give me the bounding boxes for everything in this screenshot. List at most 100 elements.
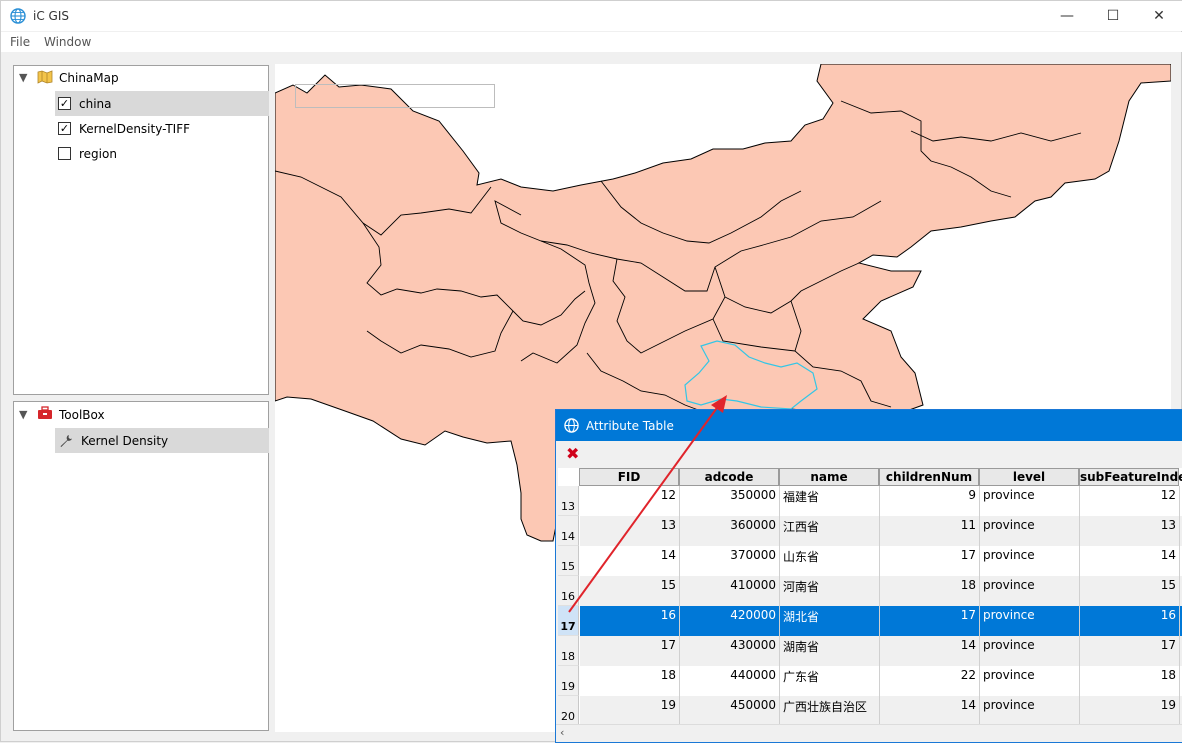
table-row[interactable]: 14 370000 山东省 17 province 14 (580, 546, 1182, 576)
cell-childrennum[interactable]: 18 (880, 576, 980, 606)
layer-item-region[interactable]: region (55, 141, 269, 166)
attribute-table-toolbar (556, 441, 1182, 468)
cell-fid[interactable]: 14 (580, 546, 680, 576)
row-header[interactable]: 14 (558, 516, 579, 546)
row-header[interactable]: 20 (558, 696, 579, 724)
maximize-button[interactable]: ☐ (1090, 1, 1136, 31)
cell-subfeatureindex[interactable]: 14 (1080, 546, 1180, 576)
cell-adcode[interactable]: 360000 (680, 516, 780, 546)
cell-name[interactable]: 湖北省 (780, 606, 880, 636)
checkbox[interactable]: ✓ (58, 97, 71, 110)
cell-name[interactable]: 山东省 (780, 546, 880, 576)
cell-adcode[interactable]: 420000 (680, 606, 780, 636)
cell-adcode[interactable]: 410000 (680, 576, 780, 606)
cell-subfeatureindex[interactable]: 18 (1080, 666, 1180, 696)
toolbox-icon (38, 406, 52, 419)
tool-item-kernel-density[interactable]: Kernel Density (55, 428, 269, 453)
cell-level[interactable]: province (980, 606, 1080, 636)
cell-childrennum[interactable]: 11 (880, 516, 980, 546)
column-header-level[interactable]: level (979, 468, 1079, 486)
cell-name[interactable]: 湖南省 (780, 636, 880, 666)
cell-fid[interactable]: 15 (580, 576, 680, 606)
cell-fid[interactable]: 12 (580, 486, 680, 516)
horizontal-scrollbar[interactable]: ‹ (556, 724, 1182, 742)
row-header[interactable]: 13 (558, 486, 579, 516)
column-header-fid[interactable]: FID (579, 468, 679, 486)
cell-fid[interactable]: 13 (580, 516, 680, 546)
chevron-down-icon[interactable]: ▼ (19, 71, 27, 84)
row-header[interactable]: 17 (558, 606, 579, 636)
cell-childrennum[interactable]: 17 (880, 546, 980, 576)
column-header-adcode[interactable]: adcode (679, 468, 779, 486)
delete-icon[interactable]: ✖ (566, 444, 579, 463)
map-search-input[interactable] (295, 84, 495, 108)
cell-subfeatureindex[interactable]: 19 (1080, 696, 1180, 724)
cell-adcode[interactable]: 450000 (680, 696, 780, 724)
cell-level[interactable]: province (980, 666, 1080, 696)
cell-subfeatureindex[interactable]: 12 (1080, 486, 1180, 516)
cell-childrennum[interactable]: 22 (880, 666, 980, 696)
layers-panel: ▼ ChinaMap ✓ china ✓ KernelDensity-TIFF … (13, 65, 269, 395)
close-button[interactable]: ✕ (1136, 1, 1182, 31)
menu-file[interactable]: File (10, 35, 30, 49)
cell-level[interactable]: province (980, 486, 1080, 516)
table-row-selected[interactable]: 16 420000 湖北省 17 province 16 (580, 606, 1182, 636)
cell-name[interactable]: 江西省 (780, 516, 880, 546)
layer-item-china[interactable]: ✓ china (55, 91, 269, 116)
cell-adcode[interactable]: 440000 (680, 666, 780, 696)
menu-window[interactable]: Window (44, 35, 91, 49)
cell-name[interactable]: 福建省 (780, 486, 880, 516)
checkbox[interactable] (58, 147, 71, 160)
row-header[interactable]: 19 (558, 666, 579, 696)
cell-subfeatureindex[interactable]: 16 (1080, 606, 1180, 636)
table-row[interactable]: 12 350000 福建省 9 province 12 (580, 486, 1182, 516)
column-header-childrennum[interactable]: childrenNum (879, 468, 979, 486)
chevron-left-icon[interactable]: ‹ (560, 726, 564, 739)
attribute-table-window: Attribute Table ✖ FID adcode name childr… (555, 409, 1182, 743)
toolbox-group-label[interactable]: ToolBox (59, 408, 105, 422)
cell-level[interactable]: province (980, 546, 1080, 576)
cell-level[interactable]: province (980, 516, 1080, 546)
table-row[interactable]: 18 440000 广东省 22 province 18 (580, 666, 1182, 696)
cell-childrennum[interactable]: 14 (880, 636, 980, 666)
column-header-subfeatureindex[interactable]: subFeatureIndex (1079, 468, 1182, 486)
column-header-name[interactable]: name (779, 468, 879, 486)
minimize-button[interactable]: — (1044, 1, 1090, 31)
cell-fid[interactable]: 16 (580, 606, 680, 636)
cell-level[interactable]: province (980, 636, 1080, 666)
attribute-table-titlebar[interactable]: Attribute Table (556, 410, 1182, 441)
table-row[interactable]: 15 410000 河南省 18 province 15 (580, 576, 1182, 606)
row-header[interactable]: 15 (558, 546, 579, 576)
row-header[interactable]: 16 (558, 576, 579, 606)
layer-item-kerneldensity[interactable]: ✓ KernelDensity-TIFF (55, 116, 269, 141)
row-header[interactable]: 18 (558, 636, 579, 666)
cell-childrennum[interactable]: 9 (880, 486, 980, 516)
cell-adcode[interactable]: 350000 (680, 486, 780, 516)
cell-adcode[interactable]: 430000 (680, 636, 780, 666)
cell-subfeatureindex[interactable]: 13 (1080, 516, 1180, 546)
cell-name[interactable]: 河南省 (780, 576, 880, 606)
cell-fid[interactable]: 19 (580, 696, 680, 724)
table-row[interactable]: 17 430000 湖南省 14 province 17 (580, 636, 1182, 666)
cell-subfeatureindex[interactable]: 15 (1080, 576, 1180, 606)
row-number: 13 (561, 500, 575, 513)
cell-adcode[interactable]: 370000 (680, 546, 780, 576)
checkbox[interactable]: ✓ (58, 122, 71, 135)
minimize-icon: — (1060, 8, 1074, 24)
cell-fid[interactable]: 17 (580, 636, 680, 666)
table-row[interactable]: 13 360000 江西省 11 province 13 (580, 516, 1182, 546)
title-bar: iC GIS — ☐ ✕ (1, 1, 1182, 31)
cell-subfeatureindex[interactable]: 17 (1080, 636, 1180, 666)
cell-name[interactable]: 广东省 (780, 666, 880, 696)
cell-name[interactable]: 广西壮族自治区 (780, 696, 880, 724)
layer-label: region (79, 146, 117, 161)
table-row[interactable]: 19 450000 广西壮族自治区 14 province 19 (580, 696, 1182, 724)
cell-level[interactable]: province (980, 576, 1080, 606)
cell-childrennum[interactable]: 17 (880, 606, 980, 636)
cell-fid[interactable]: 18 (580, 666, 680, 696)
chevron-down-icon[interactable]: ▼ (19, 408, 27, 421)
cell-level[interactable]: province (980, 696, 1080, 724)
cell-childrennum[interactable]: 14 (880, 696, 980, 724)
row-number: 15 (561, 560, 575, 573)
layer-group-label[interactable]: ChinaMap (59, 71, 119, 85)
